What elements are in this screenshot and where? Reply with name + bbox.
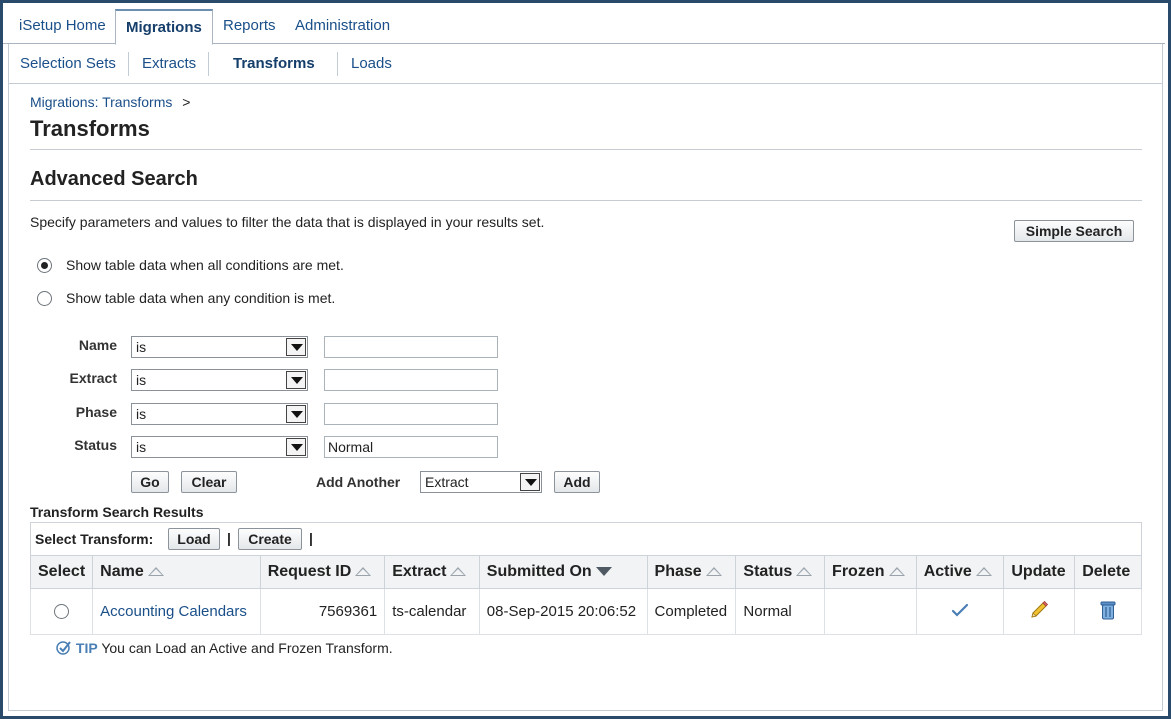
breadcrumb: Migrations: Transforms >: [30, 94, 190, 110]
simple-search-button[interactable]: Simple Search: [1014, 220, 1134, 242]
add-button[interactable]: Add: [554, 471, 600, 493]
go-button[interactable]: Go: [131, 471, 169, 493]
delete-cell: [1074, 588, 1142, 635]
subtab-separator: [337, 52, 338, 76]
tip-message: TIP You can Load an Active and Frozen Tr…: [56, 640, 393, 656]
tab-reports[interactable]: Reports: [213, 9, 286, 44]
sort-ascending-icon[interactable]: [975, 567, 992, 577]
sort-ascending-icon[interactable]: [147, 567, 164, 577]
title-divider: [30, 149, 1142, 150]
page-title: Transforms: [30, 116, 150, 141]
extract-cell: ts-calendar: [384, 588, 480, 635]
main-tab-bar: iSetup Home Migrations Reports Administr…: [3, 3, 1165, 45]
tip-text: You can Load an Active and Frozen Transf…: [101, 640, 393, 656]
sort-descending-icon[interactable]: [595, 567, 612, 577]
col-active[interactable]: Active: [915, 555, 1005, 589]
col-select: Select: [29, 555, 94, 589]
advanced-search-heading: Advanced Search: [30, 168, 198, 190]
sort-ascending-icon[interactable]: [450, 567, 467, 577]
status-value-input[interactable]: Normal: [324, 436, 498, 458]
row-select-cell: [29, 588, 94, 635]
sort-ascending-icon[interactable]: [705, 567, 722, 577]
name-condition-label: Name: [78, 337, 117, 353]
chevron-down-icon: [286, 438, 306, 456]
checkmark-icon: [951, 603, 969, 617]
table-row: Accounting Calendars 7569361 ts-calendar…: [29, 588, 1142, 635]
request-id-cell: 7569361: [259, 588, 386, 635]
status-cell: Normal: [735, 588, 826, 635]
toolbar-separator: |: [309, 530, 313, 546]
name-operator-select[interactable]: is: [131, 336, 308, 358]
chevron-down-icon: [520, 473, 540, 491]
sub-tab-bar: Selection Sets Extracts Transforms Loads: [8, 44, 1163, 84]
content-panel: Migrations: Transforms > Transforms Adva…: [8, 84, 1163, 711]
match-all-label: Show table data when all conditions are …: [66, 257, 344, 273]
col-submitted-on[interactable]: Submitted On: [478, 555, 648, 589]
name-cell: Accounting Calendars: [92, 588, 261, 635]
trash-icon[interactable]: [1099, 599, 1117, 621]
status-operator-select[interactable]: is: [131, 436, 308, 458]
search-divider: [30, 200, 1142, 201]
results-table: Select Name Request ID Extract Submitted…: [29, 555, 1142, 635]
col-phase[interactable]: Phase: [646, 555, 737, 589]
phase-cell: Completed: [646, 588, 737, 635]
subtab-selection-sets[interactable]: Selection Sets: [20, 54, 116, 74]
subtab-transforms[interactable]: Transforms: [233, 54, 315, 74]
breadcrumb-separator: >: [182, 94, 191, 110]
match-any-radio[interactable]: [37, 291, 52, 306]
subtab-extracts[interactable]: Extracts: [142, 54, 196, 74]
toolbar-separator: |: [227, 530, 231, 546]
subtab-loads[interactable]: Loads: [351, 54, 392, 74]
col-frozen[interactable]: Frozen: [824, 555, 917, 589]
status-condition-label: Status: [74, 437, 117, 453]
select-transform-label: Select Transform:: [35, 531, 154, 547]
active-cell: [915, 588, 1005, 635]
add-another-label: Add Another: [316, 474, 401, 490]
phase-operator-select[interactable]: is: [131, 403, 308, 425]
search-instructions: Specify parameters and values to filter …: [30, 214, 545, 230]
col-update: Update: [1003, 555, 1076, 589]
phase-condition-label: Phase: [75, 404, 117, 420]
tip-check-icon: [56, 641, 71, 655]
col-extract[interactable]: Extract: [384, 555, 480, 589]
tab-administration[interactable]: Administration: [285, 9, 400, 44]
sort-ascending-icon[interactable]: [796, 567, 813, 577]
phase-value-input[interactable]: [324, 403, 498, 425]
subtab-separator: [208, 52, 209, 76]
tab-isetup-home[interactable]: iSetup Home: [9, 9, 116, 44]
tab-migrations[interactable]: Migrations: [115, 9, 213, 45]
chevron-down-icon: [286, 371, 306, 389]
create-button[interactable]: Create: [238, 528, 302, 550]
clear-button[interactable]: Clear: [181, 471, 237, 493]
submitted-on-cell: 08-Sep-2015 20:06:52: [478, 588, 648, 635]
col-request-id[interactable]: Request ID: [259, 555, 386, 589]
transform-name-link[interactable]: Accounting Calendars: [100, 603, 247, 620]
breadcrumb-link[interactable]: Migrations: Transforms: [30, 94, 172, 110]
chevron-down-icon: [286, 405, 306, 423]
extract-condition-label: Extract: [69, 370, 117, 386]
sort-ascending-icon[interactable]: [355, 567, 372, 577]
pencil-icon[interactable]: [1028, 599, 1050, 621]
extract-value-input[interactable]: [324, 369, 498, 391]
tip-label: TIP: [75, 640, 98, 656]
row-select-radio[interactable]: [54, 604, 70, 619]
match-all-radio[interactable]: [37, 258, 52, 273]
results-heading: Transform Search Results: [30, 504, 204, 520]
results-toolbar: Select Transform: Load | Create |: [30, 522, 1142, 555]
table-header-row: Select Name Request ID Extract Submitted…: [29, 555, 1142, 589]
name-value-input[interactable]: [324, 336, 498, 358]
col-name[interactable]: Name: [92, 555, 261, 589]
add-another-select[interactable]: Extract: [420, 471, 542, 493]
extract-operator-select[interactable]: is: [131, 369, 308, 391]
subtab-separator: [128, 52, 129, 76]
col-status[interactable]: Status: [735, 555, 826, 589]
update-cell: [1003, 588, 1076, 635]
match-any-label: Show table data when any condition is me…: [66, 290, 336, 306]
col-delete: Delete: [1074, 555, 1142, 589]
load-button[interactable]: Load: [168, 528, 220, 550]
chevron-down-icon: [286, 338, 306, 356]
frozen-cell: [824, 588, 917, 635]
sort-ascending-icon[interactable]: [888, 567, 905, 577]
